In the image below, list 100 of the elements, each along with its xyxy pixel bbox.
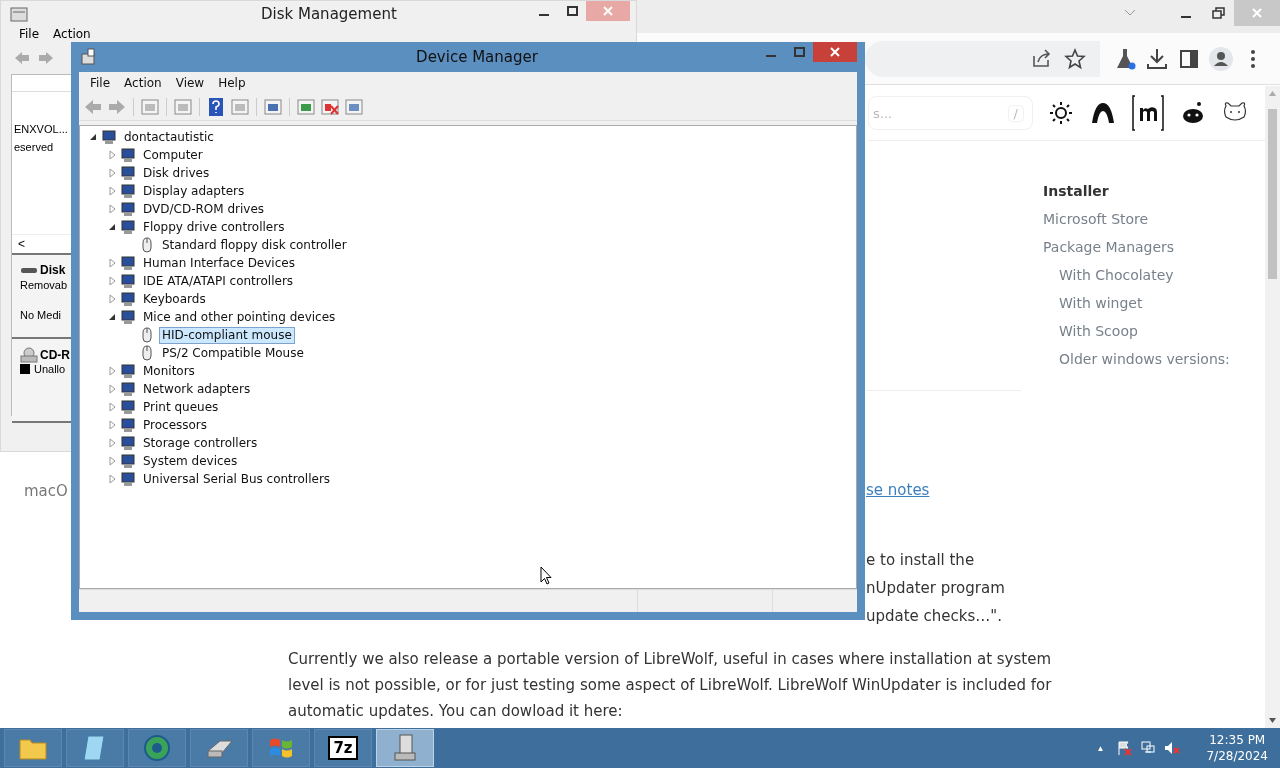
expand-arrow-icon[interactable] — [107, 402, 117, 412]
taskbar-app-button[interactable] — [376, 729, 434, 767]
tree-item[interactable]: Processors — [140, 416, 211, 434]
expand-arrow-icon[interactable] — [107, 438, 117, 448]
tree-item[interactable]: DVD/CD-ROM drives — [140, 200, 268, 218]
toc-link[interactable]: Microsoft Store — [1043, 205, 1230, 233]
expand-arrow-icon[interactable] — [107, 276, 117, 286]
collapse-arrow-icon[interactable] — [107, 312, 117, 322]
collapse-arrow-icon[interactable] — [88, 132, 98, 142]
tree-item[interactable]: PS/2 Compatible Mouse — [159, 344, 307, 362]
close-button[interactable] — [813, 42, 857, 62]
tree-item[interactable]: HID-compliant mouse — [159, 326, 295, 344]
tree-item[interactable]: Mice and other pointing devices — [140, 308, 339, 326]
back-arrow-icon[interactable] — [13, 50, 31, 66]
expand-arrow-icon[interactable] — [107, 258, 117, 268]
menu-item[interactable]: Action — [117, 76, 169, 90]
forward-arrow-icon[interactable] — [107, 97, 127, 117]
console-tree-icon[interactable] — [140, 97, 160, 117]
menu-item[interactable]: Action — [53, 27, 91, 42]
matrix-logo-icon[interactable] — [1131, 94, 1165, 132]
menu-item[interactable]: File — [19, 27, 40, 42]
tree-item[interactable]: Floppy drive controllers — [140, 218, 288, 236]
tree-item[interactable]: Computer — [140, 146, 206, 164]
disk-type: Removab — [20, 278, 68, 293]
disk-name: CD-R — [40, 348, 70, 362]
release-notes-link[interactable]: se notes — [866, 479, 930, 501]
scrollbar[interactable] — [1265, 86, 1280, 728]
device-icon — [120, 147, 136, 163]
back-arrow-icon[interactable] — [83, 97, 103, 117]
tree-item[interactable]: Print queues — [140, 398, 222, 416]
network-icon[interactable] — [1140, 740, 1157, 756]
scroll-left-button[interactable]: < — [16, 237, 27, 251]
tree-item[interactable]: Disk drives — [140, 164, 213, 182]
menu-item[interactable]: Help — [211, 76, 253, 90]
uninstall-icon[interactable] — [344, 97, 364, 117]
taskbar-app-button[interactable] — [252, 729, 310, 767]
expand-arrow-icon[interactable] — [107, 294, 117, 304]
tree-item[interactable]: dontactautistic — [121, 128, 217, 146]
device-icon — [120, 309, 136, 325]
minimize-icon — [1181, 16, 1191, 18]
toc-link[interactable]: With Chocolatey — [1059, 267, 1174, 283]
cd-drive-icon — [20, 347, 38, 363]
taskbar-app-button[interactable] — [190, 729, 248, 767]
expand-arrow-icon[interactable] — [107, 474, 117, 484]
toc-link[interactable]: Older windows versions: — [1059, 351, 1230, 367]
flag-icon[interactable] — [1116, 740, 1133, 756]
scan-icon[interactable] — [263, 97, 283, 117]
speaker-icon[interactable] — [1164, 740, 1181, 756]
help-icon[interactable] — [206, 97, 226, 117]
sidebar-heading: macO — [24, 481, 68, 501]
disable-device-icon[interactable] — [320, 97, 340, 117]
tree-item[interactable]: Keyboards — [140, 290, 209, 308]
maximize-icon — [565, 5, 579, 17]
expand-arrow-icon[interactable] — [107, 366, 117, 376]
forward-arrow-icon[interactable] — [37, 50, 55, 66]
tree-item[interactable]: Display adapters — [140, 182, 248, 200]
toc-link[interactable]: Package Managers — [1043, 233, 1230, 261]
collapse-arrow-icon[interactable] — [107, 222, 117, 232]
body-text: update checks…". — [866, 606, 1003, 627]
tree-item[interactable]: Standard floppy disk controller — [159, 236, 350, 254]
update-driver-icon[interactable] — [296, 97, 316, 117]
body-text: e to install the — [866, 550, 975, 571]
tree-item[interactable]: System devices — [140, 452, 241, 470]
scroll-down-arrow-icon[interactable] — [1268, 717, 1277, 725]
legend-swatch — [20, 364, 30, 374]
mouse-icon — [139, 237, 155, 253]
sun-icon[interactable] — [1047, 99, 1075, 127]
taskbar-app-button[interactable] — [128, 729, 186, 767]
menu-item[interactable]: View — [168, 76, 212, 90]
tree-item[interactable]: Universal Serial Bus controllers — [140, 470, 334, 488]
app-logo: 7z — [328, 736, 358, 760]
expand-arrow-icon[interactable] — [107, 204, 117, 214]
expand-arrow-icon[interactable] — [107, 384, 117, 394]
tree-item[interactable]: Network adapters — [140, 380, 254, 398]
toc-link[interactable]: With Scoop — [1059, 323, 1138, 339]
toc-link[interactable]: With winget — [1059, 295, 1143, 311]
taskbar-app-button[interactable]: 7z — [314, 729, 372, 767]
device-icon — [120, 435, 136, 451]
toc-link[interactable]: Installer — [1043, 177, 1230, 205]
show-hidden-icons-button[interactable]: ▲ — [1092, 743, 1109, 753]
expand-arrow-icon[interactable] — [107, 186, 117, 196]
clock[interactable]: 12:35 PM 7/28/2024 — [1206, 732, 1268, 764]
expand-arrow-icon[interactable] — [107, 150, 117, 160]
list-icon[interactable] — [173, 97, 193, 117]
scroll-up-arrow-icon[interactable] — [1268, 89, 1277, 97]
expand-arrow-icon[interactable] — [107, 456, 117, 466]
tree-item[interactable]: Human Interface Devices — [140, 254, 298, 272]
profile-icon[interactable] — [1208, 45, 1234, 72]
menu-item[interactable]: File — [83, 76, 118, 90]
mouse-icon — [139, 345, 155, 361]
scrollbar-thumb[interactable] — [1268, 109, 1277, 279]
device-icon — [120, 273, 136, 289]
tree-item[interactable]: Monitors — [140, 362, 198, 380]
taskbar-app-button[interactable] — [4, 729, 62, 767]
expand-arrow-icon[interactable] — [107, 168, 117, 178]
taskbar-app-button[interactable] — [66, 729, 124, 767]
tree-item[interactable]: Storage controllers — [140, 434, 261, 452]
tree-item[interactable]: IDE ATA/ATAPI controllers — [140, 272, 297, 290]
expand-arrow-icon[interactable] — [107, 420, 117, 430]
minimize-icon — [766, 55, 776, 57]
